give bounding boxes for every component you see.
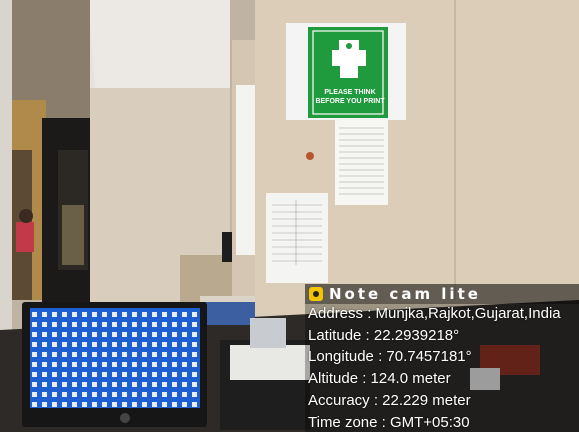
altitude-line: Altitude : 124.0 meter bbox=[308, 370, 451, 387]
sign-text: PLEASE THINK BEFORE YOU PRINT bbox=[315, 89, 385, 105]
printer-icon bbox=[332, 50, 366, 66]
office-photo: PLEASE THINK BEFORE YOU PRINT Note cam l… bbox=[0, 0, 579, 432]
notice-paper bbox=[335, 120, 388, 205]
overlay-header: Note cam lite bbox=[305, 284, 579, 304]
timezone-line: Time zone : GMT+05:30 bbox=[308, 414, 470, 431]
longitude-line: Longitude : 70.7457181° bbox=[308, 348, 472, 365]
camera-icon bbox=[309, 287, 323, 301]
overlay-body: Address : Munjka,Rajkot,Gujarat,India La… bbox=[305, 304, 579, 432]
notecam-overlay: Note cam lite Address : Munjka,Rajkot,Gu… bbox=[305, 284, 579, 432]
posted-paper-tall bbox=[236, 85, 256, 255]
person bbox=[16, 222, 34, 252]
latitude-line: Latitude : 22.2939218° bbox=[308, 327, 460, 344]
overlay-title: Note cam lite bbox=[329, 285, 481, 303]
address-line: Address : Munjka,Rajkot,Gujarat,India bbox=[308, 305, 561, 322]
table-paper bbox=[266, 193, 328, 283]
accuracy-line: Accuracy : 22.229 meter bbox=[308, 392, 471, 409]
book-stack bbox=[200, 300, 255, 325]
